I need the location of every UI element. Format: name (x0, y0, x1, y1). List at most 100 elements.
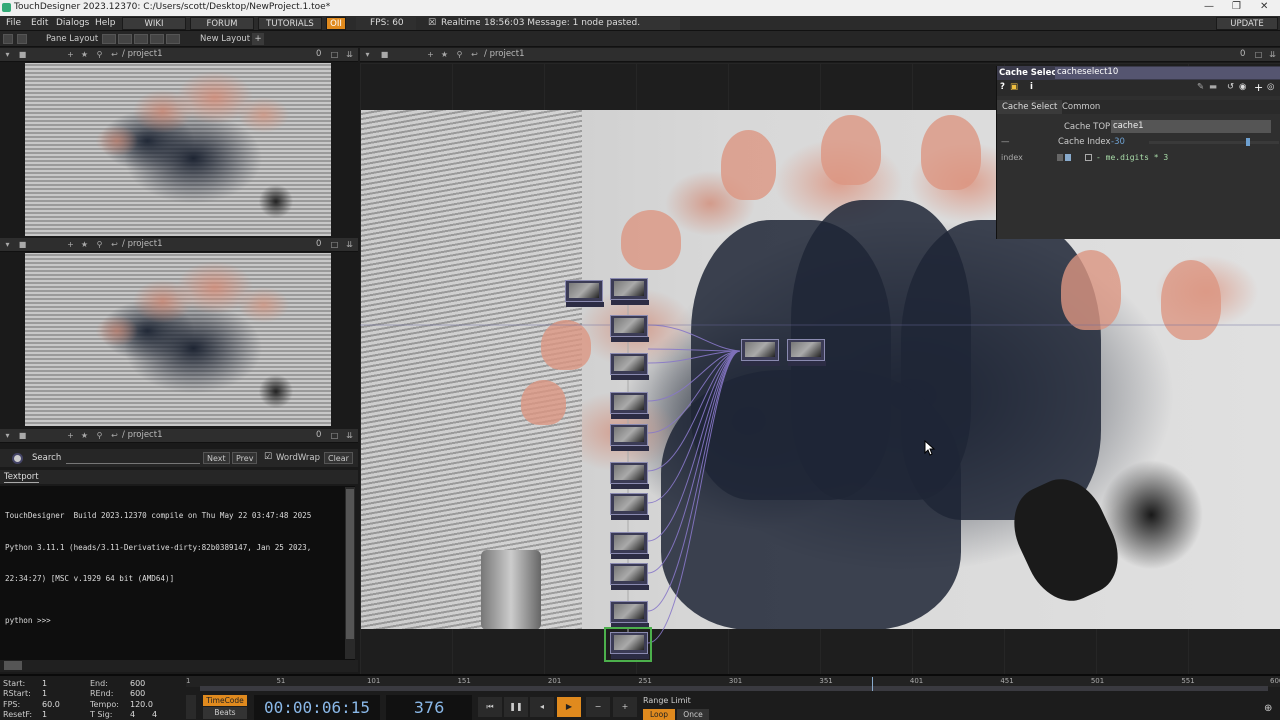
add-icon[interactable]: + (66, 240, 75, 249)
maximize-icon[interactable]: ❐ (1232, 1, 1241, 12)
timecode-display[interactable]: 00:00:06:15 (254, 695, 380, 720)
rstart-value[interactable]: 1 (42, 689, 47, 698)
info-icon[interactable]: i (1030, 82, 1033, 92)
reset-icon[interactable]: ↺ (1227, 82, 1234, 92)
prev-button[interactable]: Prev (232, 452, 258, 464)
cache-select-node[interactable] (610, 493, 649, 520)
pane-viewer-icon[interactable]: ■ (18, 50, 27, 59)
cache-select-node[interactable] (610, 353, 649, 380)
step-back-icon[interactable]: ◂ (530, 697, 554, 717)
wordwrap-checkbox-icon[interactable]: ☑ (264, 452, 272, 462)
cache-select-node[interactable] (610, 462, 649, 489)
layout-preset-2[interactable] (118, 34, 132, 44)
pane-maximize-icon[interactable]: □ (330, 50, 339, 59)
once-toggle[interactable]: Once (677, 709, 709, 720)
cache-select-node[interactable] (610, 278, 649, 305)
textport-hscrollbar[interactable] (0, 660, 358, 672)
python-icon[interactable]: ▣ (1010, 82, 1018, 92)
search-icon[interactable]: ⚲ (95, 240, 104, 249)
cache-node[interactable] (565, 280, 604, 307)
menu-file[interactable]: File (6, 17, 21, 30)
step-forward-icon[interactable]: + (613, 697, 637, 717)
tab-cache-select[interactable]: Cache Select (997, 100, 1063, 114)
tsig-value-a[interactable]: 4 (130, 710, 135, 719)
textport-tab[interactable]: Textport (4, 472, 39, 483)
index-expression[interactable]: - me.digits * 3 (1096, 153, 1168, 162)
tempo-value[interactable]: 120.0 (130, 700, 153, 709)
tsig-value-b[interactable]: 4 (152, 710, 157, 719)
search-icon[interactable]: ⚲ (95, 50, 104, 59)
pane-menu-icon[interactable]: ▾ (3, 240, 12, 249)
network-icon[interactable]: ■ (380, 50, 389, 59)
fps-value[interactable]: 60.0 (42, 700, 60, 709)
wiki-button[interactable]: WIKI (122, 17, 186, 30)
search-icon[interactable]: ⚲ (455, 50, 464, 59)
composite-node[interactable] (741, 339, 780, 366)
range-bar[interactable] (200, 686, 1268, 691)
textport-console[interactable]: TouchDesigner Build 2023.12370 compile o… (0, 486, 355, 660)
pane-menu-icon[interactable]: ▾ (363, 50, 372, 59)
pause-icon[interactable]: ❚❚ (504, 697, 528, 717)
layout-preset-1[interactable] (102, 34, 116, 44)
star-icon[interactable]: ★ (80, 50, 89, 59)
pane-menu-icon[interactable]: ▾ (3, 50, 12, 59)
menu-dialogs[interactable]: Dialogs (56, 17, 89, 30)
tutorials-button[interactable]: TUTORIALS (258, 17, 322, 30)
back-icon[interactable]: ↩ (110, 50, 119, 59)
end-value[interactable]: 600 (130, 679, 145, 688)
minimize-icon[interactable]: — (1204, 1, 1214, 12)
timeline-expand-icon[interactable] (186, 695, 196, 719)
add-layout-icon[interactable]: + (252, 33, 264, 45)
tab-common[interactable]: Common (1062, 100, 1100, 114)
back-icon[interactable]: ↩ (110, 240, 119, 249)
timecode-toggle[interactable]: TimeCode (203, 695, 247, 706)
mode-icon-2[interactable] (1065, 154, 1071, 161)
cache-select-node[interactable] (610, 563, 649, 590)
add-icon[interactable]: + (426, 50, 435, 59)
pane-split-icon[interactable]: ⇊ (345, 240, 354, 249)
comment-icon[interactable]: ▬ (1209, 82, 1217, 92)
pane-maximize-icon[interactable]: □ (330, 240, 339, 249)
star-icon[interactable]: ★ (80, 431, 89, 440)
layout-preset-3[interactable] (134, 34, 148, 44)
cache-select-node[interactable] (610, 315, 649, 342)
next-button[interactable]: Next (203, 452, 230, 464)
settings-icon[interactable]: ◉ (1239, 82, 1246, 92)
resetf-value[interactable]: 1 (42, 710, 47, 719)
rend-value[interactable]: 600 (130, 689, 145, 698)
add-param-icon[interactable]: + (1254, 81, 1263, 94)
star-icon[interactable]: ★ (440, 50, 449, 59)
playhead[interactable] (872, 677, 873, 691)
cache-select-node[interactable] (610, 601, 649, 628)
textport-scrollbar[interactable] (345, 487, 355, 659)
cache-select-node-selected[interactable] (610, 632, 649, 659)
close-icon[interactable]: ✕ (1260, 1, 1268, 12)
clear-button[interactable]: Clear (324, 452, 353, 464)
target-icon[interactable]: ◎ (1267, 82, 1274, 92)
pane-split-icon[interactable]: ⇊ (1268, 50, 1277, 59)
cache-select-node[interactable] (610, 532, 649, 559)
menu-edit[interactable]: Edit (31, 17, 48, 30)
cache-index-slider-handle[interactable] (1246, 138, 1250, 146)
op-name-field[interactable]: cacheselect10 (1055, 67, 1280, 79)
pane-menu-icon[interactable]: ▾ (3, 431, 12, 440)
rewind-icon[interactable]: ⏮ (478, 697, 502, 717)
layout-lock-icon[interactable] (17, 34, 27, 44)
layout-preset-5[interactable] (166, 34, 180, 44)
new-layout-button[interactable]: New Layout (200, 33, 250, 45)
cache-top-field[interactable]: cache1 (1111, 120, 1271, 133)
menu-help[interactable]: Help (95, 17, 116, 30)
timeline-settings-icon[interactable]: ⊕ (1264, 703, 1272, 714)
update-button[interactable]: UPDATE (1216, 17, 1278, 30)
pane-maximize-icon[interactable]: □ (1254, 50, 1263, 59)
beats-toggle[interactable]: Beats (203, 707, 247, 719)
expression-checkbox[interactable] (1085, 154, 1092, 161)
layout-toggle-icon[interactable] (3, 34, 13, 44)
back-icon[interactable]: ↩ (470, 50, 479, 59)
realtime-checkbox-icon[interactable]: ☒ (428, 17, 436, 30)
pane-viewer-icon[interactable]: ■ (18, 240, 27, 249)
cache-select-node[interactable] (610, 392, 649, 419)
mode-icon[interactable] (1057, 154, 1063, 161)
step-back-one-icon[interactable]: − (586, 697, 610, 717)
add-icon[interactable]: + (66, 431, 75, 440)
